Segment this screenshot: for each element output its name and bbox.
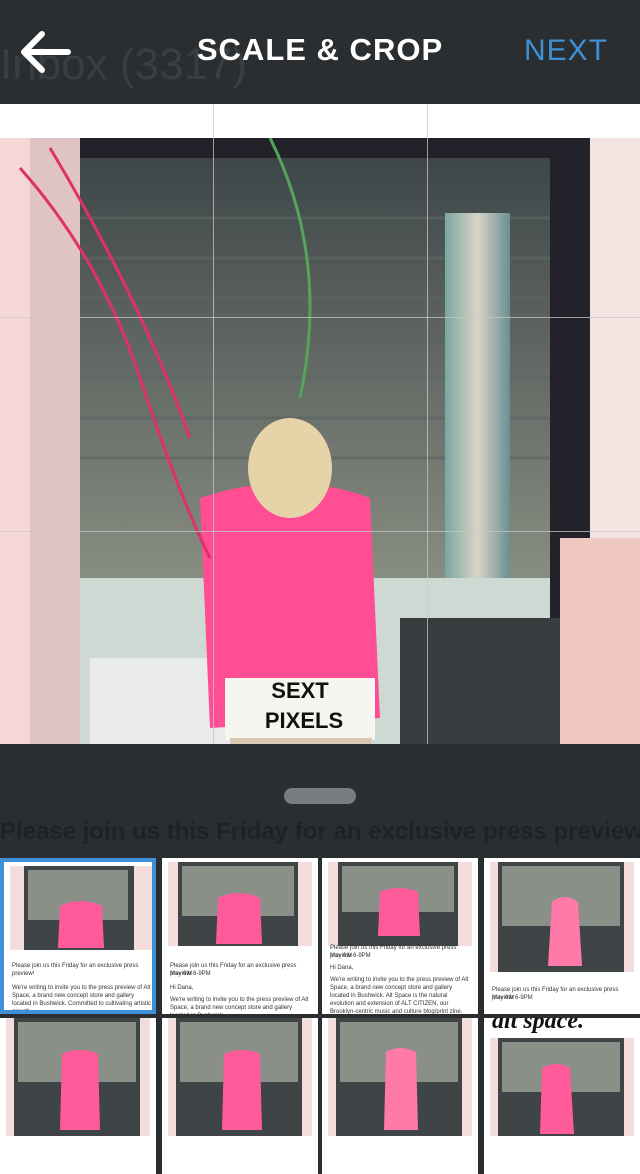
grid-line <box>0 317 640 318</box>
thumbnail-caption: Please join us this Friday for an exclus… <box>12 963 139 977</box>
thumbnail-date: May 6th 6-9PM <box>330 953 371 959</box>
thumbnail-body: We're writing to invite you to the press… <box>170 997 309 1014</box>
thumbnail-image <box>10 866 152 950</box>
thumbnail-grid: Please join us this Friday for an exclus… <box>0 858 640 1174</box>
next-button[interactable]: NEXT <box>524 34 608 68</box>
grid-line <box>213 104 214 744</box>
thumbnail-image <box>328 1018 472 1136</box>
thumbnail-image <box>490 1038 634 1136</box>
thumbnail[interactable] <box>322 1018 478 1174</box>
top-bar: Inbox (3317) SCALE & CROP NEXT <box>0 0 640 104</box>
thumbnail-image <box>168 862 312 946</box>
thumbnail-greeting: Hi Dana, <box>330 965 354 971</box>
thumbnail[interactable]: Please join us this Friday for an exclus… <box>322 858 478 1014</box>
drawer-handle[interactable] <box>284 788 356 804</box>
thumbnail-selected[interactable]: Please join us this Friday for an exclus… <box>0 858 156 1014</box>
thumbnail-date: May 6th 6-9PM <box>170 971 211 977</box>
photo-preview[interactable]: SEXT PIXELS <box>0 138 640 744</box>
thumbnail-body: We're writing to invite you to the press… <box>12 985 152 1014</box>
shirt-text-line1: SEXT <box>271 678 329 703</box>
thumbnail[interactable] <box>0 1018 156 1174</box>
thumbnail-body: We're writing to invite you to the press… <box>330 977 469 1014</box>
thumbnail-greeting: Hi Dana, <box>170 985 194 991</box>
thumbnail[interactable]: Please join us this Friday for an exclus… <box>484 858 640 1014</box>
grid-line <box>427 104 428 744</box>
shirt-text-line2: PIXELS <box>265 708 343 733</box>
thumbnail[interactable]: alt space. <box>484 1018 640 1174</box>
grid-line <box>0 531 640 532</box>
thumbnail[interactable]: Please join us this Friday for an exclus… <box>162 858 318 1014</box>
thumbnail-image <box>168 1018 312 1136</box>
thumbnail-image <box>328 862 472 946</box>
crop-area[interactable]: SEXT PIXELS <box>0 104 640 744</box>
background-headline: Please join us this Friday for an exclus… <box>0 818 640 845</box>
thumbnail[interactable] <box>162 1018 318 1174</box>
thumbnail-date: May 6th 6-9PM <box>492 995 533 1001</box>
thumbnail-caption: alt space. <box>492 1018 584 1034</box>
thumbnail-image <box>6 1018 150 1136</box>
thumbnail-image <box>490 862 634 972</box>
